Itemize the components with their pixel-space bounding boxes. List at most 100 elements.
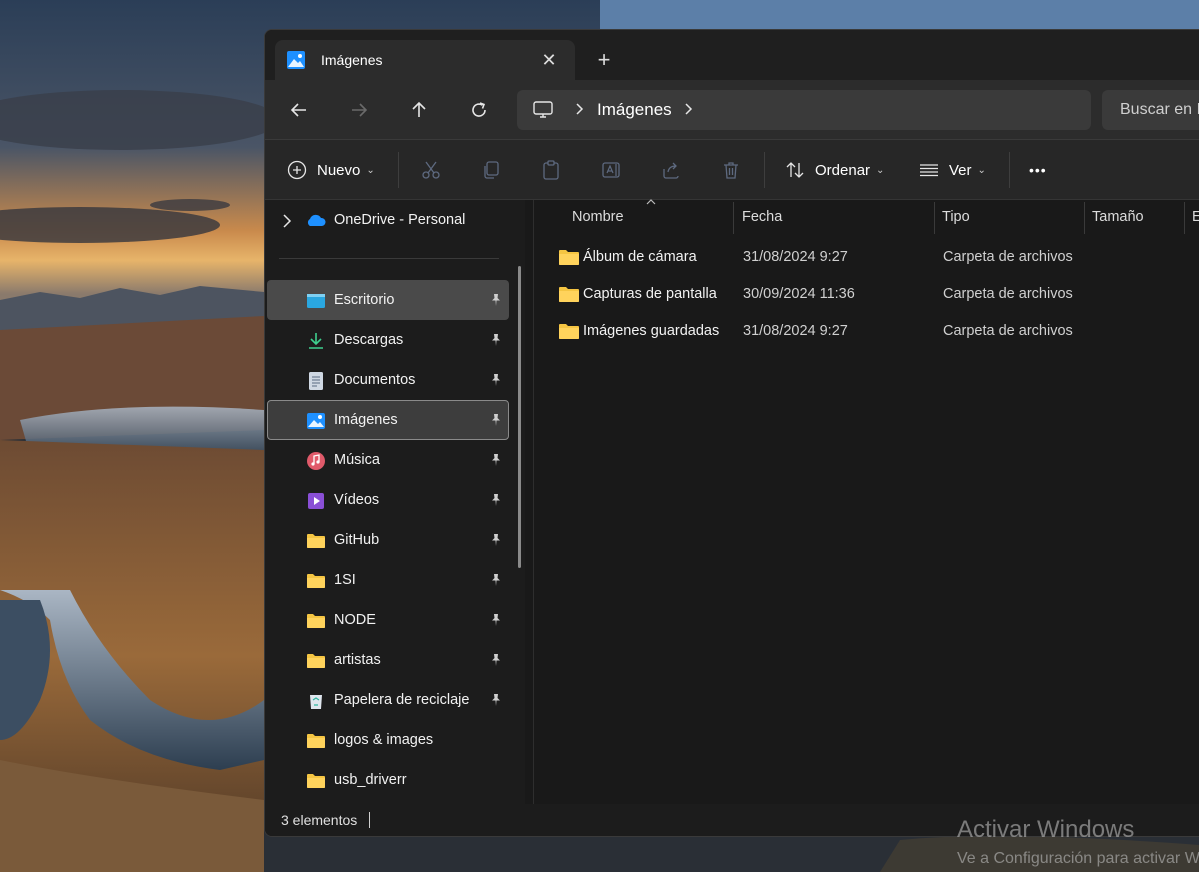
table-row[interactable]: Imágenes guardadas 31/08/2024 9:27 Carpeta… xyxy=(555,314,1199,348)
more-options-button[interactable]: ••• xyxy=(1029,154,1047,186)
rename-button[interactable] xyxy=(601,154,621,186)
file-name: Capturas de pantalla xyxy=(583,286,717,302)
paste-button[interactable] xyxy=(541,154,561,186)
desktop-icon xyxy=(307,294,325,308)
sidebar-item-descargas[interactable]: Descargas xyxy=(267,320,509,360)
column-header-name[interactable]: Nombre xyxy=(572,200,624,234)
column-header-extra[interactable]: E xyxy=(1192,200,1199,234)
pin-icon[interactable] xyxy=(488,292,504,308)
navigation-bar: Imágenes Buscar en Imágenes xyxy=(265,80,1199,140)
download-icon xyxy=(309,333,323,349)
refresh-button[interactable] xyxy=(464,95,494,125)
column-separator[interactable] xyxy=(934,202,935,234)
sort-button[interactable]: Ordenar ⌄ xyxy=(785,154,884,186)
copy-icon xyxy=(484,161,499,179)
folder-icon xyxy=(307,734,325,748)
pin-icon[interactable] xyxy=(488,612,504,628)
forward-button[interactable] xyxy=(344,95,374,125)
back-button[interactable] xyxy=(284,95,314,125)
cut-button[interactable] xyxy=(421,154,441,186)
sidebar-item-node[interactable]: NODE xyxy=(267,600,509,640)
folder-icon xyxy=(307,574,325,588)
computer-icon xyxy=(533,101,553,118)
sidebar-item-vídeos[interactable]: Vídeos xyxy=(267,480,509,520)
close-tab-button[interactable]: ✕ xyxy=(535,46,563,74)
sidebar-item-github[interactable]: GitHub xyxy=(267,520,509,560)
separator xyxy=(398,152,399,188)
refresh-icon xyxy=(472,102,486,117)
item-count: 3 elementos xyxy=(281,812,358,828)
sidebar-item-label: Escritorio xyxy=(334,292,395,308)
pin-icon[interactable] xyxy=(488,412,504,428)
share-button[interactable] xyxy=(661,154,681,186)
chevron-right-icon[interactable] xyxy=(684,102,694,118)
pictures-icon xyxy=(287,51,305,69)
column-header-type[interactable]: Tipo xyxy=(942,200,970,234)
view-label: Ver xyxy=(949,161,972,179)
chevron-right-icon[interactable] xyxy=(282,214,292,228)
pin-icon[interactable] xyxy=(488,572,504,588)
sidebar-item-label: usb_driverr xyxy=(334,772,407,788)
pin-icon[interactable] xyxy=(488,652,504,668)
trash-icon xyxy=(724,162,738,179)
search-input[interactable]: Buscar en Imágenes xyxy=(1102,90,1199,130)
video-icon xyxy=(308,493,324,509)
column-separator[interactable] xyxy=(1184,202,1185,234)
sidebar-item-imágenes[interactable]: Imágenes xyxy=(267,400,509,440)
chevron-down-icon: ⌄ xyxy=(876,164,885,176)
clipboard-icon xyxy=(543,160,559,180)
sidebar-item-logos-images[interactable]: logos & images xyxy=(267,720,509,760)
pin-icon[interactable] xyxy=(488,492,504,508)
sidebar-item-papelera-de-reciclaje[interactable]: Papelera de reciclaje xyxy=(267,680,509,720)
folder-icon xyxy=(307,774,325,788)
sidebar-item-label: Papelera de reciclaje xyxy=(334,692,470,708)
table-row[interactable]: Álbum de cámara 31/08/2024 9:27 Carpeta de… xyxy=(555,240,1199,274)
column-separator[interactable] xyxy=(1084,202,1085,234)
copy-button[interactable] xyxy=(481,154,501,186)
onedrive-cloud-icon xyxy=(307,214,326,226)
chevron-right-icon[interactable] xyxy=(575,102,585,118)
command-bar: Nuevo ⌄ Ordenar ⌄ Ver ⌄ ••• xyxy=(265,140,1199,200)
sidebar-scrollbar[interactable] xyxy=(518,266,521,568)
pin-icon[interactable] xyxy=(488,532,504,548)
document-icon xyxy=(309,372,323,390)
new-tab-button[interactable]: + xyxy=(590,46,618,74)
sidebar-item-onedrive[interactable]: OneDrive - Personal xyxy=(267,200,509,240)
share-icon xyxy=(663,162,679,179)
sidebar-item-label: Descargas xyxy=(334,332,404,348)
tab-imagenes[interactable]: Imágenes ✕ xyxy=(275,40,575,80)
column-header-date[interactable]: Fecha xyxy=(742,200,782,234)
status-separator xyxy=(369,812,371,828)
pin-icon[interactable] xyxy=(488,452,504,468)
sidebar-item-documentos[interactable]: Documentos xyxy=(267,360,509,400)
view-button[interactable]: Ver ⌄ xyxy=(919,154,986,186)
sidebar-item-música[interactable]: Música xyxy=(267,440,509,480)
table-row[interactable]: Capturas de pantalla 30/09/2024 11:36 Carp… xyxy=(555,277,1199,311)
up-button[interactable] xyxy=(404,95,434,125)
column-separator[interactable] xyxy=(733,202,734,234)
sidebar-item-artistas[interactable]: artistas xyxy=(267,640,509,680)
pane-splitter[interactable] xyxy=(533,200,534,804)
pin-icon[interactable] xyxy=(488,692,504,708)
sidebar-item-escritorio[interactable]: Escritorio xyxy=(267,280,509,320)
delete-button[interactable] xyxy=(721,154,741,186)
pin-icon[interactable] xyxy=(488,332,504,348)
sidebar-item-usb-driverr[interactable]: usb_driverr xyxy=(267,760,509,800)
breadcrumb[interactable]: Imágenes xyxy=(597,100,672,120)
column-header-size[interactable]: Tamaño xyxy=(1092,200,1144,234)
file-date: 30/09/2024 11:36 xyxy=(743,286,855,302)
sidebar-item-1si[interactable]: 1SI xyxy=(267,560,509,600)
folder-icon xyxy=(307,654,325,668)
rename-icon xyxy=(602,162,620,178)
folder-icon xyxy=(559,287,579,302)
pin-icon[interactable] xyxy=(488,372,504,388)
activation-watermark: Activar Windows Ve a Configuración para … xyxy=(957,816,1199,868)
file-list: Nombre Fecha Tipo Tamaño E Álbum de cáma… xyxy=(535,199,1199,804)
sidebar-item-label: Documentos xyxy=(334,372,416,388)
sidebar-item-label: Vídeos xyxy=(334,492,380,508)
sidebar-item-label: OneDrive - Personal xyxy=(334,212,466,228)
new-button[interactable]: Nuevo ⌄ xyxy=(287,154,375,186)
arrow-up-icon xyxy=(412,101,426,117)
file-name: Álbum de cámara xyxy=(583,249,697,265)
address-bar[interactable]: Imágenes xyxy=(517,90,1091,130)
